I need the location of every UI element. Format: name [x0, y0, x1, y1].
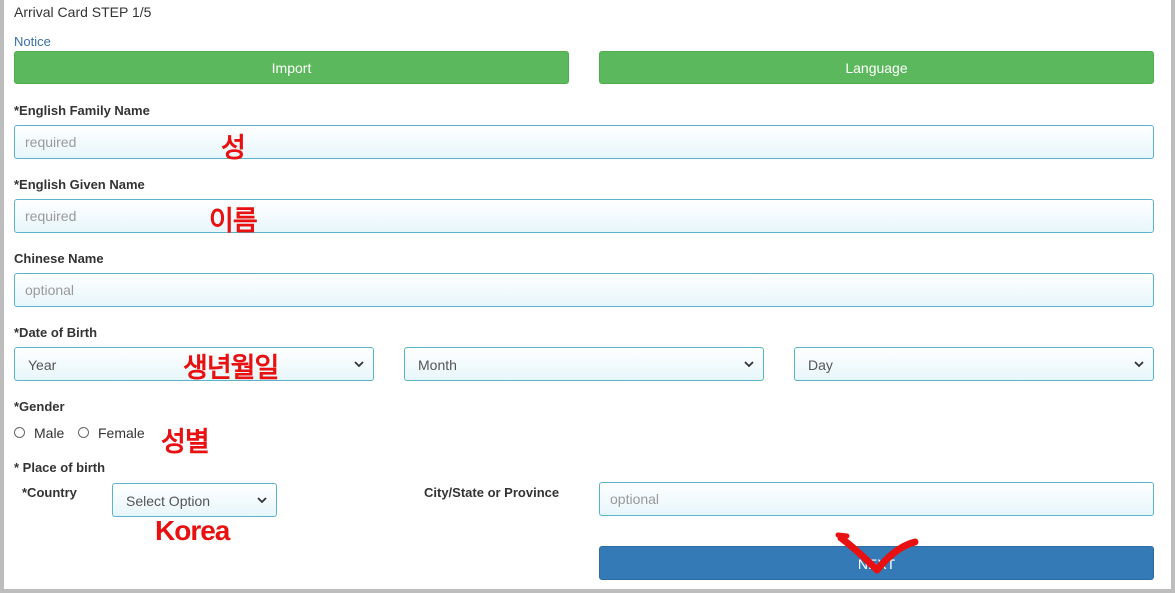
male-label[interactable]: Male [34, 425, 64, 441]
gender-annotation: 성별 [161, 427, 210, 458]
given-name-placeholder: required [25, 208, 77, 224]
given-name-input[interactable]: required [14, 199, 1154, 233]
dob-annotation: 생년월일 [183, 353, 279, 384]
city-input[interactable]: optional [599, 482, 1154, 516]
country-label: *Country [22, 485, 77, 500]
dob-month-value: Month [418, 357, 457, 373]
place-of-birth-label: * Place of birth [14, 460, 106, 475]
country-annotation: Korea [155, 515, 230, 546]
dob-year-value: Year [28, 357, 57, 373]
dob-day-select[interactable]: Day [794, 347, 1154, 381]
given-name-label: *English Given Name [14, 177, 145, 192]
given-name-annotation: 이름 [209, 206, 258, 237]
chevron-down-icon [257, 497, 267, 504]
checkmark-annotation-icon [835, 532, 919, 574]
page-title: Arrival Card STEP 1/5 [14, 4, 152, 20]
chevron-down-icon [354, 361, 364, 368]
gender-label: *Gender [14, 399, 65, 414]
chevron-down-icon [744, 361, 754, 368]
chevron-down-icon [1134, 361, 1144, 368]
dob-month-select[interactable]: Month [404, 347, 764, 381]
female-radio[interactable] [78, 427, 89, 438]
family-name-placeholder: required [25, 134, 77, 150]
country-value: Select Option [126, 493, 211, 509]
notice-link[interactable]: Notice [14, 34, 51, 49]
chinese-name-placeholder: optional [25, 282, 75, 298]
family-name-annotation: 성 [221, 133, 246, 164]
import-button[interactable]: Import [14, 51, 569, 84]
chinese-name-input[interactable]: optional [14, 273, 1154, 307]
male-radio[interactable] [14, 427, 25, 438]
language-button[interactable]: Language [599, 51, 1154, 84]
country-select[interactable]: Select Option [112, 483, 277, 517]
chinese-name-label: Chinese Name [14, 251, 104, 266]
family-name-input[interactable]: required [14, 125, 1154, 159]
city-label: City/State or Province [424, 485, 560, 500]
dob-label: *Date of Birth [14, 325, 98, 340]
dob-day-value: Day [808, 357, 833, 373]
city-placeholder: optional [610, 491, 660, 507]
female-label[interactable]: Female [98, 425, 145, 441]
family-name-label: *English Family Name [14, 103, 150, 118]
